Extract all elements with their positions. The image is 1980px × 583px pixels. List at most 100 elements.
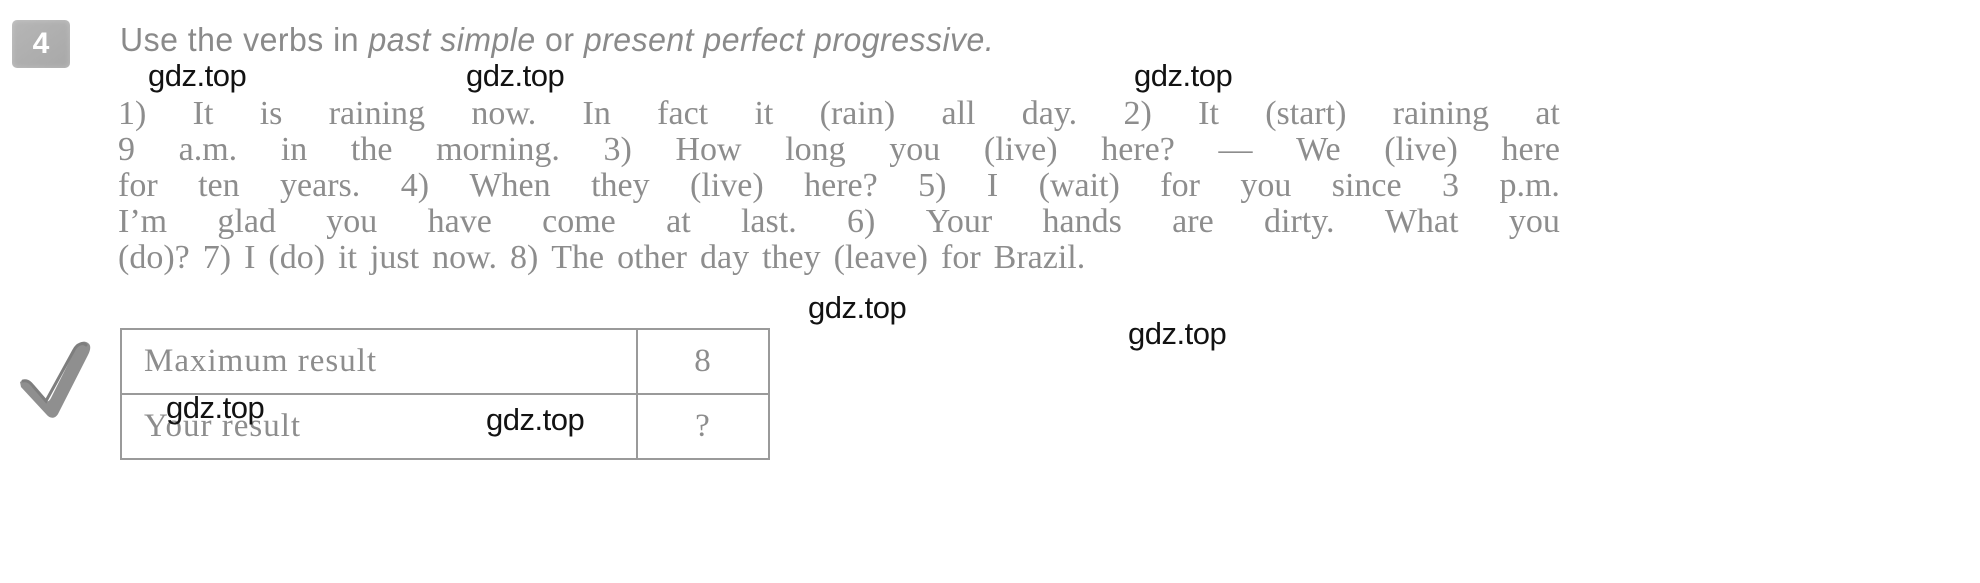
body-word: (do) — [268, 239, 326, 276]
exercise-instruction: Use the verbs in past simple or present … — [120, 20, 1517, 60]
watermark-label: gdz.top — [1134, 58, 1233, 93]
body-word: (do)? — [118, 239, 190, 276]
body-word: since — [1331, 167, 1402, 204]
body-word: you — [326, 203, 378, 240]
watermark-label: gdz.top — [486, 402, 585, 437]
checkmark-icon — [14, 330, 106, 422]
body-word: ten — [198, 167, 240, 204]
body-word: years. — [280, 167, 361, 204]
body-word: 3 — [1442, 167, 1460, 204]
body-word: last. — [740, 203, 797, 240]
body-word: all — [941, 95, 976, 132]
body-word: I — [244, 239, 256, 276]
body-word: glad — [217, 203, 276, 240]
body-word: in — [280, 131, 308, 168]
body-word: just — [369, 239, 420, 276]
body-word: you — [889, 131, 941, 168]
body-word: day — [700, 239, 750, 276]
body-word: other — [617, 239, 687, 276]
body-word: How — [675, 131, 742, 168]
body-word: raining — [1392, 95, 1490, 132]
body-word: It — [1198, 95, 1219, 132]
body-word: (start) — [1265, 95, 1347, 132]
body-word: at — [1535, 95, 1560, 132]
body-word: 1) — [118, 95, 147, 132]
body-word: What — [1384, 203, 1459, 240]
body-word: have — [427, 203, 492, 240]
instruction-emphasis-2: present perfect progressive. — [583, 21, 995, 58]
body-word: now. — [432, 239, 497, 276]
body-word: it — [754, 95, 774, 132]
maximum-result-value: 8 — [636, 328, 770, 395]
body-word: for — [118, 167, 158, 204]
body-word: 6) — [847, 203, 876, 240]
body-word: for — [1160, 167, 1200, 204]
body-word: Your — [925, 203, 993, 240]
exercise-number-badge: 4 — [12, 20, 70, 68]
body-word: morning. — [436, 131, 560, 168]
watermark-label: gdz.top — [166, 390, 265, 425]
body-word: The — [551, 239, 605, 276]
body-word: here? — [1101, 131, 1175, 168]
body-word: long — [785, 131, 846, 168]
worksheet-page: 4 Use the verbs in past simple or presen… — [0, 0, 1980, 583]
body-word: 3) — [603, 131, 632, 168]
body-word: are — [1172, 203, 1214, 240]
body-line: (do)? 7) I (do) it just now. 8) The other day they (… — [118, 239, 1560, 277]
instruction-part-1: Use the verbs in — [120, 21, 369, 58]
body-word: they — [591, 167, 650, 204]
body-word: at — [666, 203, 691, 240]
body-word: come — [542, 203, 616, 240]
watermark-label: gdz.top — [148, 58, 247, 93]
body-line: 9 a.m. in the morning. 3) How long you (live) here… — [118, 131, 1560, 169]
watermark-label: gdz.top — [466, 58, 565, 93]
body-word: (live) — [983, 131, 1058, 168]
body-word: now. — [471, 95, 537, 132]
body-word: (wait) — [1038, 167, 1120, 204]
body-line: for ten years. 4) When they (live) here? 5) I (wai… — [118, 167, 1560, 205]
body-word: (live) — [1384, 131, 1458, 168]
instruction-part-2: or — [535, 21, 584, 58]
body-word: 4) — [400, 167, 430, 204]
body-word: When — [469, 167, 551, 204]
body-word: 5) — [918, 167, 947, 204]
watermark-label: gdz.top — [1128, 316, 1227, 351]
instruction-emphasis-1: past simple — [368, 21, 536, 58]
body-word: dirty. — [1264, 203, 1335, 240]
body-word: they — [762, 239, 821, 276]
maximum-result-label: Maximum result — [120, 328, 638, 395]
body-word: hands — [1042, 203, 1122, 240]
body-word: day. — [1021, 95, 1078, 132]
body-word: Brazil. — [993, 239, 1086, 276]
body-word: you — [1508, 203, 1560, 240]
body-word: 2) — [1123, 95, 1152, 132]
body-word: — — [1218, 131, 1253, 168]
body-word: It — [192, 95, 214, 132]
body-word: here? — [804, 167, 878, 204]
body-word: a.m. — [178, 131, 238, 168]
body-word: (rain) — [819, 95, 896, 132]
body-word: 9 — [118, 131, 135, 168]
body-word: We — [1296, 131, 1341, 168]
body-line: I’m glad you have come at last. 6) Your hands are d… — [118, 203, 1560, 241]
body-word: 8) — [509, 239, 539, 276]
body-word: In — [582, 95, 611, 132]
your-result-value: ? — [636, 393, 770, 460]
body-word: here — [1501, 131, 1560, 168]
body-word: I — [986, 167, 999, 204]
body-word: for — [941, 239, 981, 276]
body-word: fact — [657, 95, 709, 132]
body-word: (live) — [690, 167, 764, 204]
body-word: it — [338, 239, 357, 276]
body-word: you — [1240, 167, 1292, 204]
table-row: Maximum result 8 — [120, 328, 770, 395]
body-word: the — [350, 131, 393, 168]
body-word: I’m — [118, 203, 168, 240]
body-word: p.m. — [1499, 167, 1560, 204]
body-word: is — [259, 95, 283, 132]
body-line: 1) It is raining now. In fact it (rain) all day. 2)… — [118, 95, 1560, 133]
body-word: raining — [328, 95, 426, 132]
watermark-label: gdz.top — [808, 290, 907, 325]
body-word: (leave) — [833, 239, 929, 276]
body-word: 7) — [202, 239, 232, 276]
